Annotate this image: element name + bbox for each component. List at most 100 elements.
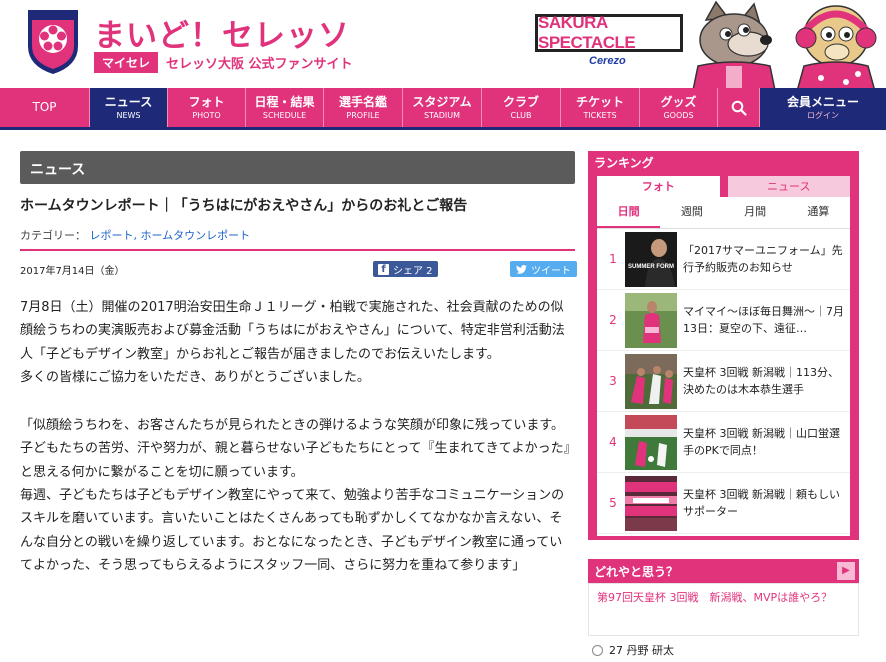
- ranking-thumbnail: [625, 414, 677, 470]
- sakura-spectacle-banner[interactable]: SAKURA SPECTACLE Cerezo: [535, 13, 683, 72]
- nav-sublabel: TICKETS: [583, 110, 617, 120]
- section-heading: ニュース: [20, 151, 575, 184]
- site-sub-text: セレッソ大阪 公式ファンサイト: [166, 57, 353, 72]
- ranking-thumbnail: [625, 292, 677, 348]
- nav-tickets[interactable]: チケット TICKETS: [561, 88, 640, 127]
- nav-label: フォト: [188, 94, 225, 109]
- nav-profile[interactable]: 選手名鑑 PROFILE: [324, 88, 403, 127]
- site-title[interactable]: まいど！セレッソ: [94, 10, 350, 55]
- tab-daily[interactable]: 日間: [597, 197, 661, 228]
- login-label: ログイン: [807, 110, 839, 120]
- ranking-item-text: 天皇杯 3回戦 新潟戦｜山口蛍選手のPKで同点！: [683, 427, 840, 457]
- ranking-thumbnail: [625, 475, 677, 531]
- site-header: まいど！セレッソ マイセレ セレッソ大阪 公式ファンサイト SAKURA SPE…: [0, 0, 886, 95]
- ranking-thumbnail: [625, 353, 677, 409]
- nav-sublabel: STADIUM: [423, 110, 461, 120]
- nav-sublabel: CLUB: [510, 110, 532, 120]
- tab-photo[interactable]: フォト: [597, 176, 720, 197]
- vote-question[interactable]: 第97回天皇杯 3回戦 新潟戦、MVPは誰やろ？: [597, 589, 850, 606]
- ranking-item-text: 「2017サマーユニフォーム」先行予約販売のお知らせ: [683, 244, 843, 274]
- member-menu-button[interactable]: 会員メニュー ログイン: [760, 88, 886, 127]
- category-label: カテゴリー：: [20, 229, 86, 242]
- ranking-item-text: マイマイ～ほぼ毎日舞洲～｜7月13日：夏空の下、遠征…: [683, 305, 844, 335]
- ranking-item-text: 天皇杯 3回戦 新潟戦｜113分、決めたのは木本恭生選手: [683, 366, 839, 396]
- nav-label: クラブ: [502, 94, 539, 109]
- nav-top[interactable]: TOP: [0, 88, 90, 127]
- tab-weekly[interactable]: 週間: [660, 197, 723, 228]
- ranking-list: 日間 週間 月間 通算 1 SUMMER FORM 「2017サマーユニフォーム…: [597, 197, 850, 536]
- nav-label: TOP: [32, 100, 57, 114]
- article-title: ホームタウンレポート｜「うちはにがおえやさん」からのお礼とご報告: [20, 198, 468, 214]
- tweet-button[interactable]: ツイート: [510, 261, 577, 277]
- radio-button[interactable]: [592, 644, 603, 656]
- ranking-widget: ランキング フォト ニュース 日間 週間 月間 通算 1 SUMMER FORM…: [588, 151, 859, 540]
- facebook-icon: f: [378, 263, 389, 275]
- thumb-caption: SUMMER FORM: [628, 264, 674, 270]
- nav-label: チケット: [575, 94, 624, 109]
- article-paragraph: 毎週、子どもたちは子どもデザイン教室にやって来て、勉強より苦手なコミュニケーショ…: [20, 488, 565, 573]
- nav-label: スタジアム: [412, 94, 472, 109]
- tab-total[interactable]: 通算: [787, 197, 850, 228]
- ranking-thumbnail: SUMMER FORM: [625, 231, 677, 287]
- share-label: シェア 2: [393, 265, 433, 277]
- vote-heading: どれやと思う？: [594, 565, 679, 579]
- search-icon: [731, 100, 747, 116]
- nav-photo[interactable]: フォト PHOTO: [168, 88, 246, 127]
- mascots-illustration: [691, 0, 877, 95]
- vote-question-card: 第97回天皇杯 3回戦 新潟戦、MVPは誰やろ？: [588, 583, 859, 636]
- article-date: 2017年7月14日（金）: [20, 266, 125, 277]
- rank-number: 3: [609, 374, 617, 388]
- site-sub-badge: マイセレ: [94, 52, 159, 73]
- nav-sublabel: PROFILE: [346, 110, 380, 120]
- ranking-item[interactable]: 5 天皇杯 3回戦 新潟戦｜頼もしいサポーター: [597, 473, 850, 534]
- nav-label: 選手名鑑: [338, 94, 387, 109]
- tab-monthly[interactable]: 月間: [724, 197, 787, 228]
- rank-number: 4: [609, 435, 617, 449]
- spectacle-box: SAKURA SPECTACLE: [535, 13, 683, 52]
- ranking-item[interactable]: 1 SUMMER FORM 「2017サマーユニフォーム」先行予約販売のお知らせ: [597, 229, 850, 290]
- nav-label: グッズ: [660, 94, 697, 109]
- tab-news[interactable]: ニュース: [727, 176, 850, 197]
- twitter-bird-icon: [516, 264, 527, 274]
- nav-sublabel: PHOTO: [192, 110, 221, 120]
- article-paragraph: 多くの皆様にご協力をいただき、ありがとうございました。: [20, 369, 370, 385]
- rank-number: 1: [609, 252, 617, 266]
- spectacle-text: SAKURA SPECTACLE: [538, 13, 636, 52]
- nav-sublabel: SCHEDULE: [262, 110, 307, 120]
- rank-number: 2: [609, 313, 617, 327]
- nav-club[interactable]: クラブ CLUB: [482, 88, 561, 127]
- ranking-heading: ランキング: [594, 156, 654, 170]
- nav-sublabel: GOODS: [663, 110, 694, 120]
- article-paragraph: 「似顔絵うちわを、お客さんたちが見られたときの弾けるような笑顔が印象に残っていま…: [20, 418, 571, 480]
- nav-label: ニュース: [104, 94, 153, 109]
- nav-goods[interactable]: グッズ GOODS: [640, 88, 718, 127]
- nav-news[interactable]: ニュース NEWS: [90, 88, 168, 127]
- club-crest-logo[interactable]: [22, 6, 84, 76]
- nav-schedule[interactable]: 日程・結果 SCHEDULE: [246, 88, 324, 127]
- ranking-item[interactable]: 3 天皇杯 3回戦 新潟戦｜113分、決めたのは木本恭生選手: [597, 351, 850, 412]
- nav-stadium[interactable]: スタジアム STADIUM: [403, 88, 482, 127]
- site-subtitle: マイセレ セレッソ大阪 公式ファンサイト: [94, 52, 353, 73]
- main-nav: TOP ニュース NEWS フォト PHOTO 日程・結果 SCHEDULE 選…: [0, 88, 886, 130]
- facebook-share-button[interactable]: f シェア 2: [373, 261, 438, 277]
- category-links[interactable]: レポート, ホームタウンレポート: [90, 229, 251, 242]
- ranking-tabs: フォト ニュース: [597, 176, 850, 197]
- vote-option[interactable]: 27 丹野 研太: [592, 642, 674, 658]
- article-paragraph: 7月8日（土）開催の2017明治安田生命Ｊ１リーグ・柏戦で実施された、社会貢献の…: [20, 300, 565, 362]
- rank-number: 5: [609, 496, 617, 510]
- member-menu-label: 会員メニュー: [786, 94, 859, 109]
- article-body: 7月8日（土）開催の2017明治安田生命Ｊ１リーグ・柏戦で実施された、社会貢献の…: [20, 296, 572, 577]
- search-button[interactable]: [718, 88, 760, 127]
- chevron-right-icon[interactable]: ▶: [837, 562, 855, 580]
- ranking-item-text: 天皇杯 3回戦 新潟戦｜頼もしいサポーター: [683, 488, 840, 518]
- ranking-item[interactable]: 2 マイマイ～ほぼ毎日舞洲～｜7月13日：夏空の下、遠征…: [597, 290, 850, 351]
- ranking-item[interactable]: 4 天皇杯 3回戦 新潟戦｜山口蛍選手のPKで同点！: [597, 412, 850, 473]
- vote-heading-bar[interactable]: どれやと思う？ ▶: [588, 559, 859, 583]
- title-divider: [20, 249, 575, 251]
- period-tabs: 日間 週間 月間 通算: [597, 197, 850, 229]
- article-category: カテゴリー： レポート, ホームタウンレポート: [20, 227, 250, 243]
- cerezo-logo: Cerezo: [589, 55, 626, 67]
- vote-option-label: 27 丹野 研太: [609, 644, 674, 657]
- tweet-label: ツイート: [531, 265, 571, 277]
- nav-sublabel: NEWS: [116, 110, 141, 120]
